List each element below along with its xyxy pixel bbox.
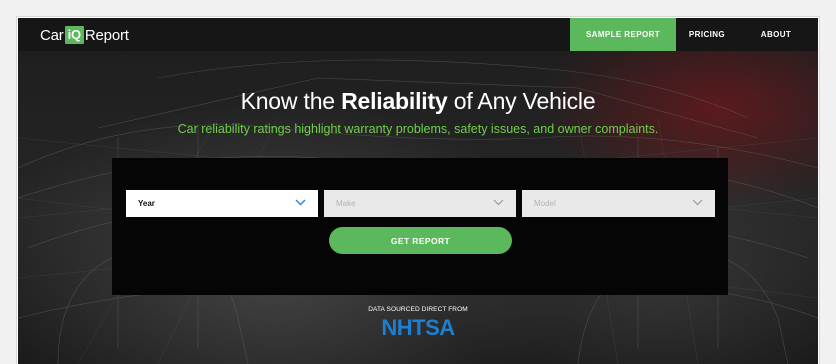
make-select-value: Make	[336, 199, 356, 208]
model-select[interactable]: Model	[522, 190, 715, 217]
get-report-button[interactable]: GET REPORT	[329, 227, 512, 254]
data-source-label: DATA SOURCED DIRECT FROM	[368, 306, 468, 313]
chevron-down-icon	[493, 199, 504, 206]
model-select-value: Model	[534, 199, 556, 208]
year-select[interactable]: Year	[126, 190, 318, 217]
chevron-down-icon	[692, 199, 703, 206]
chevron-down-icon	[295, 199, 306, 206]
search-form: Year Make Model GET REPORT DATA SOURCED …	[18, 18, 818, 364]
year-select-value: Year	[138, 199, 155, 208]
nhtsa-logo: NHTSA	[381, 315, 455, 340]
make-select[interactable]: Make	[324, 190, 516, 217]
